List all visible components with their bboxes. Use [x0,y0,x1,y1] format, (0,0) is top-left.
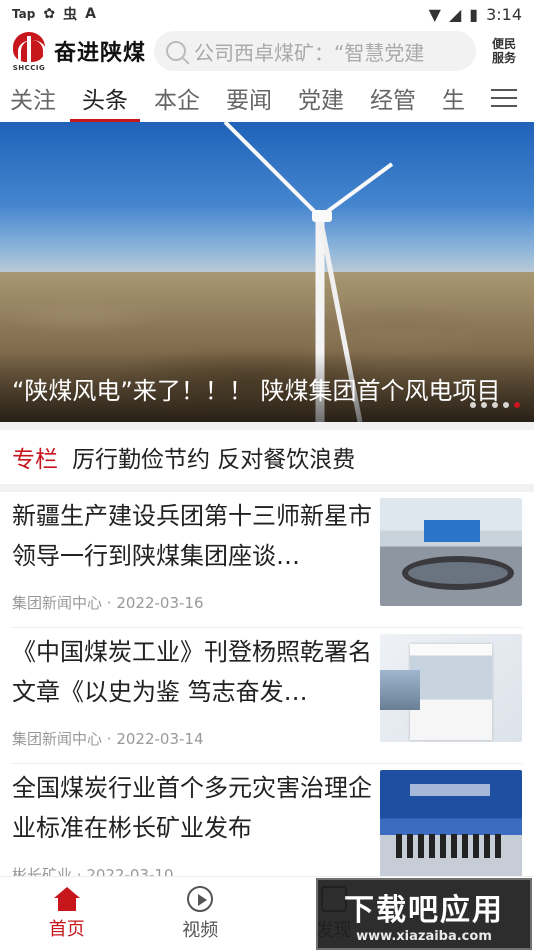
channel-tabs: 关注 头条 本企 要闻 党建 经管 生 [0,74,534,122]
carousel-dot [503,402,509,408]
video-icon [187,885,214,912]
news-source: 集团新闻中心 [12,594,103,612]
status-left: Tap ✿ 虫 A [12,4,96,24]
watermark-title: 下载吧应用 [344,892,504,928]
carousel-indicator [470,402,520,408]
news-item[interactable]: 《中国煤炭工业》刊登杨照乾署名文章《以史为鉴 笃志奋发… 集团新闻中心 · 20… [12,628,522,764]
status-right: ▼ ◢ ▮ 3:14 [429,5,522,24]
banner-title: “陕煤风电”来了！！！ 陕煤集团首个风电项目 [12,377,501,405]
banner-carousel[interactable]: “陕煤风电”来了！！！ 陕煤集团首个风电项目 [0,122,534,422]
logo-sub: SHCCIG [12,64,46,72]
wifi-icon: ▼ [428,4,441,24]
carousel-dot-active [514,402,520,408]
service-label-2: 服务 [491,51,516,65]
search-bar[interactable]: 公司西卓煤矿：“智慧党建 [154,31,476,71]
news-title: 新疆生产建设兵团第十三师新星市领导一行到陕煤集团座谈… [12,502,372,570]
news-meta: 集团新闻中心 · 2022-03-16 [12,594,204,612]
nav-home[interactable]: 首页 [0,877,134,950]
news-meta: 集团新闻中心 · 2022-03-14 [12,730,204,748]
special-column[interactable]: 专栏 厉行勤俭节约 反对餐饮浪费 [0,422,534,492]
status-bar: Tap ✿ 虫 A ▼ ◢ ▮ 3:14 [0,0,534,28]
sync-notification-icon: ✿ [43,6,56,22]
column-title: 厉行勤俭节约 反对餐饮浪费 [72,447,356,473]
watermark-overlay: 下载吧应用 www.xiazaiba.com [316,878,532,950]
nav-video-label: 视频 [182,919,219,941]
news-title: 全国煤炭行业首个多元灾害治理企业标准在彬长矿业发布 [12,774,372,842]
battery-icon: ▮ [469,4,479,24]
carousel-dot [470,402,476,408]
tab-headlines[interactable]: 头条 [70,74,140,122]
news-date: 2022-03-14 [116,730,204,748]
status-time: 3:14 [486,4,522,24]
logo-icon: SHCCIG [10,32,48,72]
tab-management[interactable]: 经管 [370,74,416,122]
a-notification-icon: A [85,6,96,22]
channel-menu-button[interactable] [474,74,534,122]
service-label-1: 便民 [491,37,516,51]
search-placeholder: 公司西卓煤矿：“智慧党建 [194,40,425,65]
app-name: 奋进陕煤 [54,41,147,66]
search-icon [166,41,187,61]
bug-notification-icon: 虫 [63,7,78,23]
app-logo[interactable]: SHCCIG 奋进陕煤 [10,32,147,72]
news-thumbnail [380,770,522,878]
tab-own-company[interactable]: 本企 [154,74,200,122]
tab-partial[interactable]: 生 [442,74,465,122]
watermark-url: www.xiazaiba.com [356,928,492,944]
news-source: 集团新闻中心 [12,730,103,748]
nav-home-label: 首页 [48,918,85,940]
signal-icon: ◢ [448,4,462,24]
app-header: SHCCIG 奋进陕煤 公司西卓煤矿：“智慧党建 便民 服务 [0,28,534,74]
nav-video[interactable]: 视频 [134,877,268,950]
tab-follow[interactable]: 关注 [10,74,56,122]
tab-party-building[interactable]: 党建 [298,74,344,122]
news-list: 新疆生产建设兵团第十三师新星市领导一行到陕煤集团座谈… 集团新闻中心 · 202… [0,492,534,900]
home-icon [53,886,80,911]
tap-notification-icon: Tap [12,7,36,21]
column-tag: 专栏 [12,447,58,473]
banner-caption: “陕煤风电”来了！！！ 陕煤集团首个风电项目 [0,352,534,422]
news-thumbnail [380,634,522,742]
carousel-dot [492,402,498,408]
menu-icon [491,83,517,113]
carousel-dot [481,402,487,408]
news-thumbnail [380,498,522,606]
news-date: 2022-03-16 [116,594,204,612]
tab-major-news[interactable]: 要闻 [226,74,272,122]
service-button[interactable]: 便民 服务 [484,37,524,65]
news-item[interactable]: 新疆生产建设兵团第十三师新星市领导一行到陕煤集团座谈… 集团新闻中心 · 202… [12,492,522,628]
news-title: 《中国煤炭工业》刊登杨照乾署名文章《以史为鉴 笃志奋发… [12,638,372,706]
